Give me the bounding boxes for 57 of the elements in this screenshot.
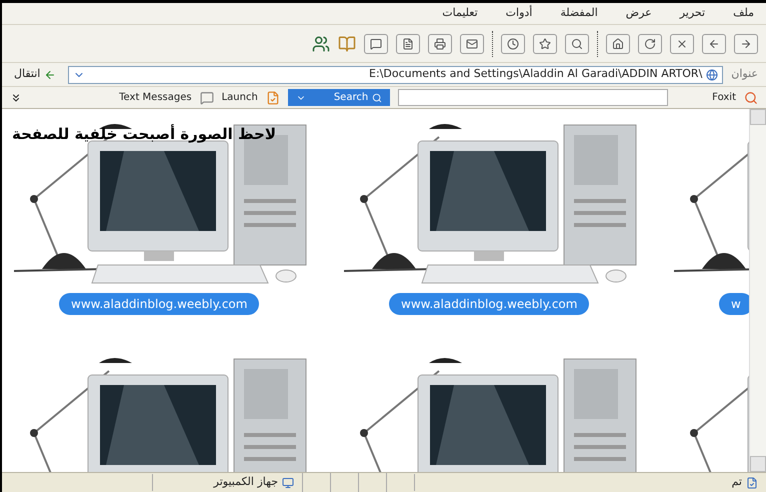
menu-item[interactable]: ملف — [729, 5, 758, 22]
refresh-icon — [644, 38, 656, 50]
menu-item[interactable]: عرض — [622, 5, 656, 22]
star-icon-button[interactable] — [533, 34, 557, 54]
menu-item[interactable]: أدوات — [502, 5, 536, 22]
forward-arrow-icon-button[interactable] — [702, 34, 726, 54]
message-icon[interactable] — [200, 90, 214, 104]
search-icon — [571, 38, 583, 50]
book-icon[interactable] — [338, 34, 356, 52]
forward-arrow-icon — [708, 38, 720, 50]
home-icon-button[interactable] — [606, 34, 630, 54]
close-icon — [676, 38, 688, 50]
website-pill: www.aladdinblog.weebly.com — [59, 293, 260, 315]
go-button[interactable]: انتقال — [10, 66, 60, 83]
computer-icon — [282, 476, 294, 488]
address-field[interactable]: E:\Documents and Settings\Aladdin Al Garadi\ADDIN ARTOR\ — [68, 66, 724, 84]
clock-icon-button[interactable] — [501, 34, 525, 54]
back-arrow-icon — [740, 38, 752, 50]
search-button[interactable]: Search — [288, 89, 390, 106]
printer-icon — [434, 38, 446, 50]
search-field[interactable] — [398, 89, 668, 106]
chevron-icon[interactable] — [10, 92, 22, 104]
website-pill: w — [719, 293, 749, 315]
status-text: تم — [732, 474, 742, 490]
mail-icon — [466, 38, 478, 50]
launch-link[interactable]: Launch — [222, 90, 258, 105]
people-icon[interactable] — [312, 34, 330, 52]
document-icon-button[interactable] — [396, 34, 420, 54]
foxit-label[interactable]: Foxit — [712, 90, 736, 105]
address-label: عنوان — [731, 66, 758, 82]
text-messages-link[interactable]: Text Messages — [119, 90, 192, 105]
page-heading: لاحظ الصورة أصبحت خلفية للصفحة — [12, 123, 276, 145]
address-value: E:\Documents and Settings\Aladdin Al Garadi\ADDIN ARTOR\ — [368, 66, 702, 82]
close-icon-button[interactable] — [670, 34, 694, 54]
go-arrow-icon — [44, 68, 56, 80]
website-pill: www.aladdinblog.weebly.com — [389, 293, 590, 315]
menu-item[interactable]: تحرير — [676, 5, 710, 22]
menu-item[interactable]: تعليمات — [438, 5, 482, 22]
chat-icon-button[interactable] — [364, 34, 388, 54]
home-icon — [612, 38, 624, 50]
chat-icon — [370, 38, 382, 50]
refresh-icon-button[interactable] — [638, 34, 662, 54]
menu-item[interactable]: المفضلة — [556, 5, 602, 22]
launch-icon[interactable] — [266, 90, 280, 104]
page-icon — [706, 68, 718, 80]
star-icon — [539, 38, 551, 50]
search-icon — [372, 92, 382, 102]
mail-icon-button[interactable] — [460, 34, 484, 54]
clock-icon — [507, 38, 519, 50]
scrollbar[interactable] — [749, 109, 766, 472]
page-icon — [746, 476, 758, 488]
document-icon — [402, 38, 414, 50]
foxit-search-icon[interactable] — [744, 90, 758, 104]
back-arrow-icon-button[interactable] — [734, 34, 758, 54]
printer-icon-button[interactable] — [428, 34, 452, 54]
search-icon-button[interactable] — [565, 34, 589, 54]
zone-text: جهاز الكمبيوتر — [214, 474, 278, 490]
